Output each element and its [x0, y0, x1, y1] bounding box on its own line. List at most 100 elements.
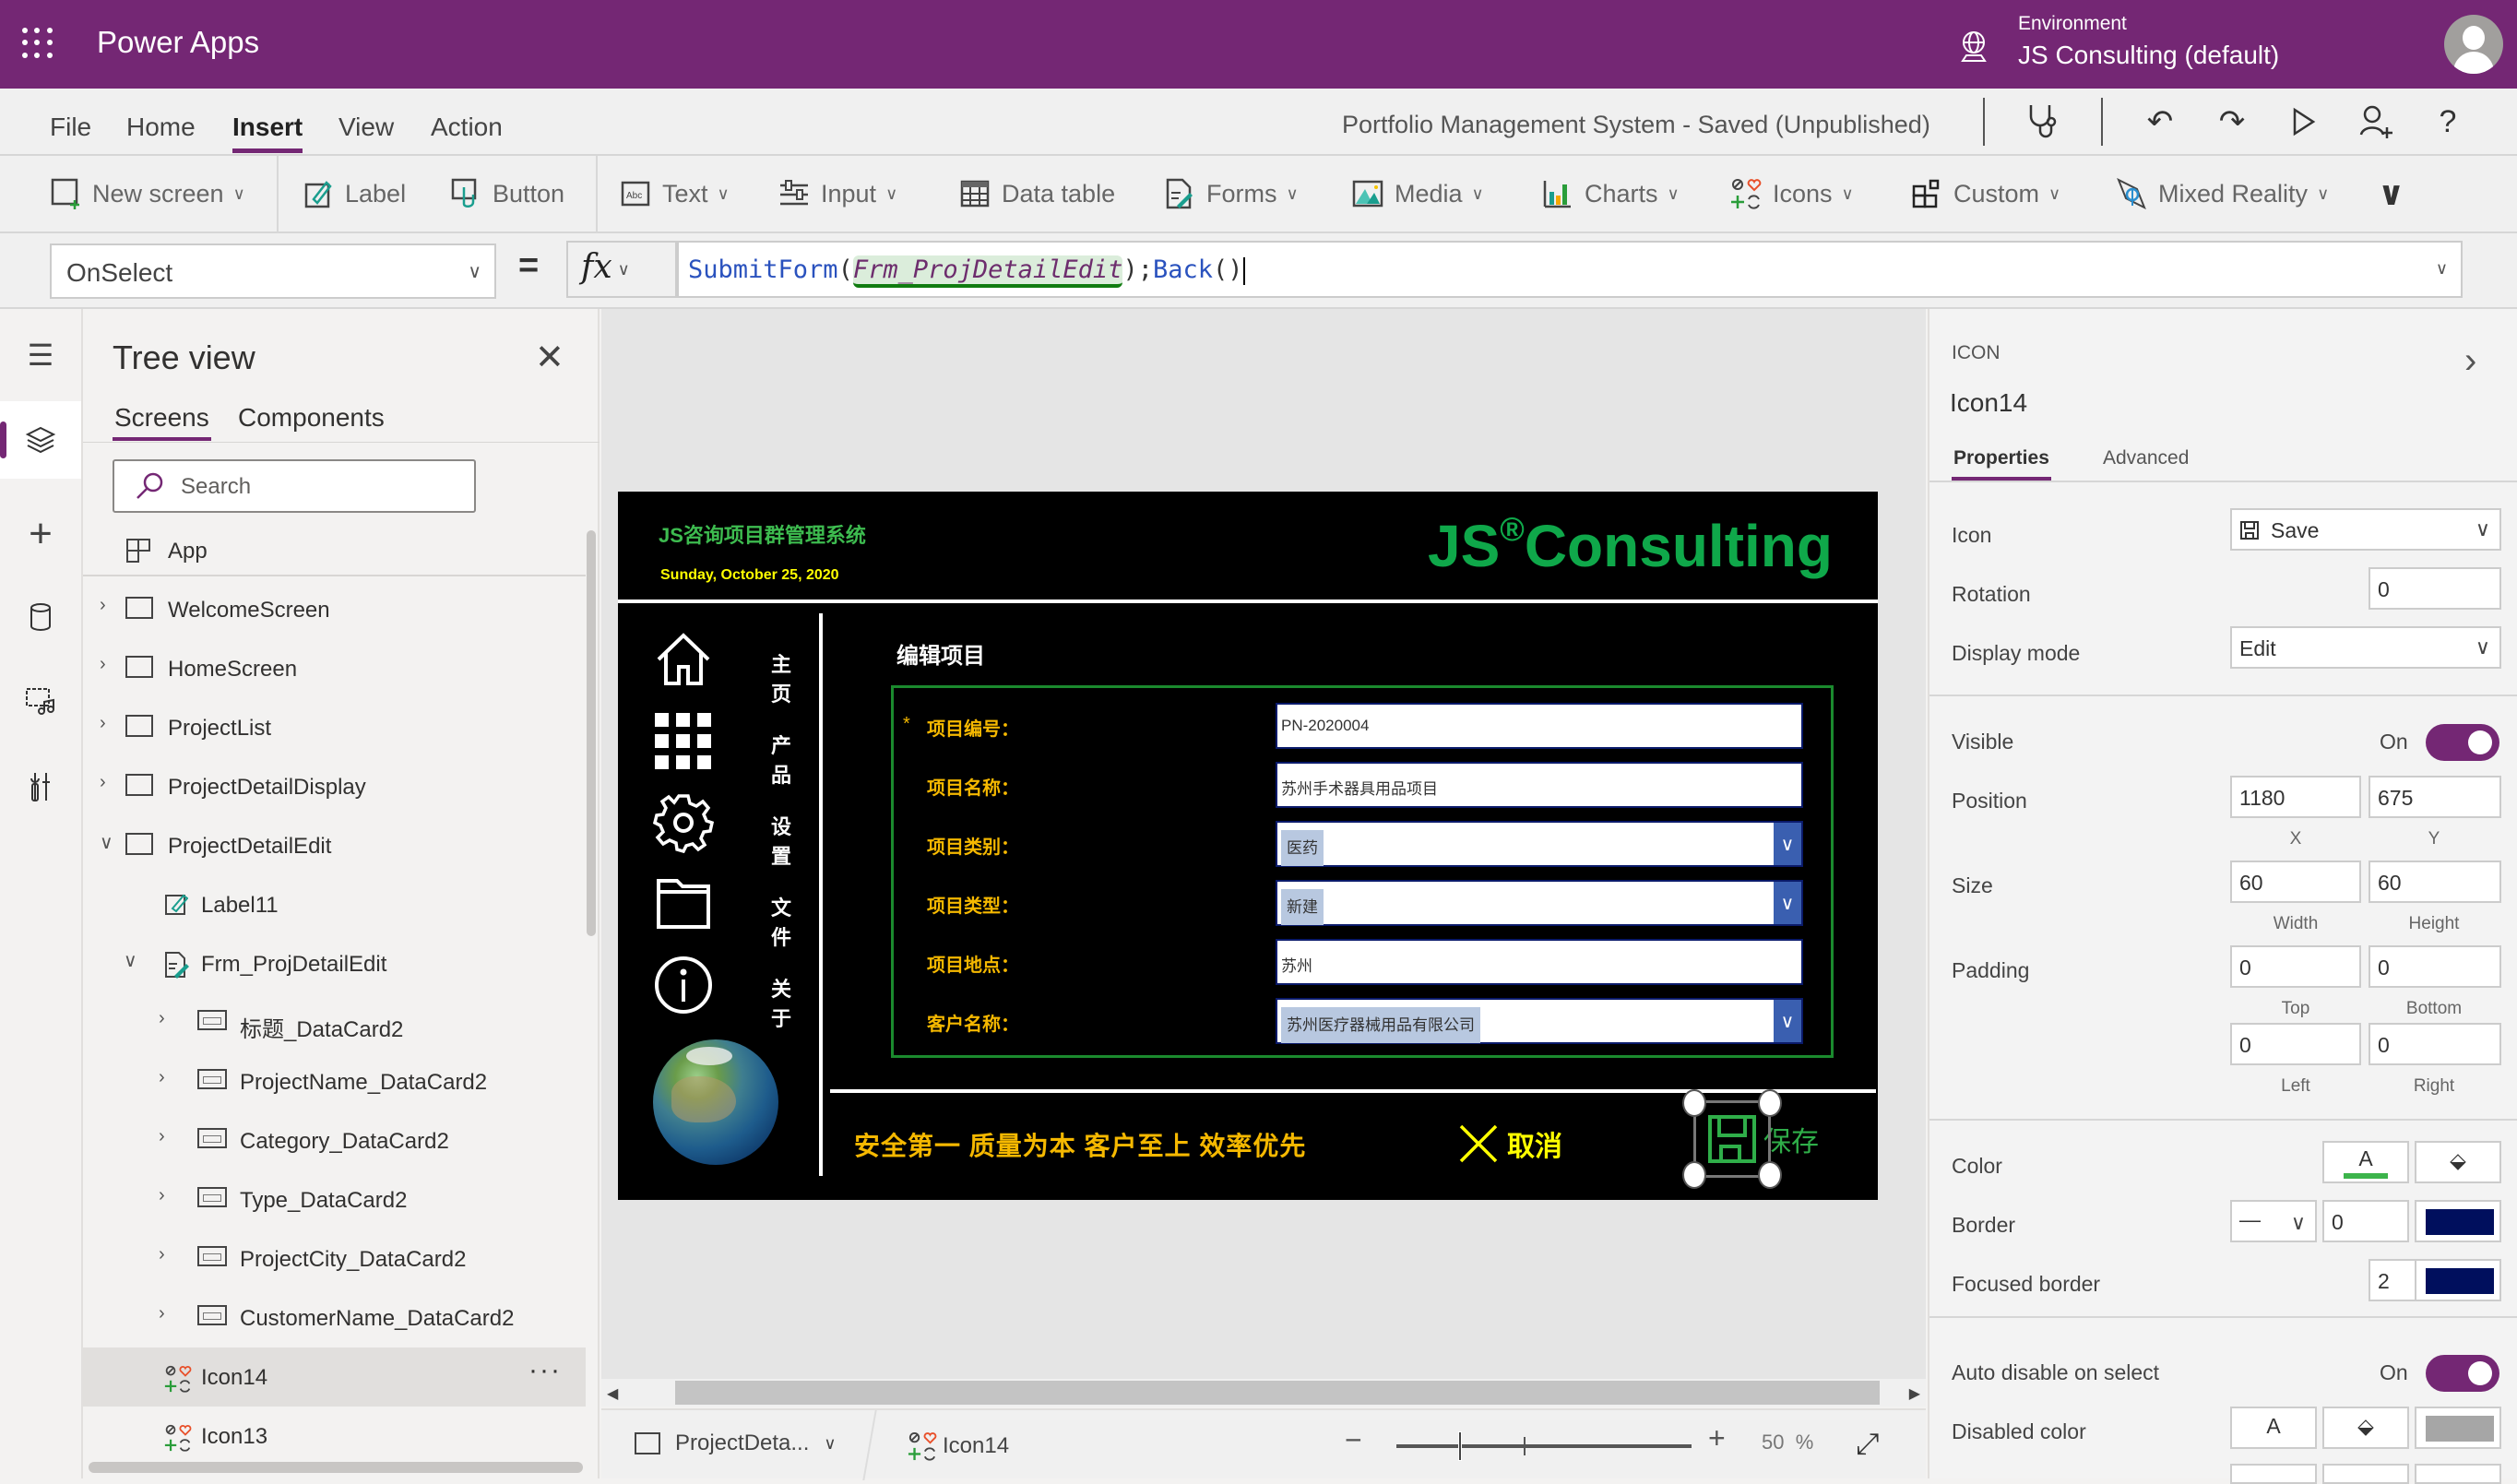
chevron-right-icon[interactable]: › — [100, 595, 106, 616]
chevron-right-icon[interactable]: › — [100, 654, 106, 675]
menu-view[interactable]: View — [338, 113, 394, 142]
chevron-down-icon[interactable]: ∨ — [124, 949, 137, 972]
rotation-input[interactable]: 0 — [2369, 567, 2501, 610]
chevron-right-icon[interactable]: › — [159, 1244, 165, 1265]
nav-home[interactable]: 主页 — [653, 630, 810, 706]
position-x-input[interactable]: 1180 — [2230, 776, 2361, 818]
tree-view-layers-icon[interactable] — [0, 401, 81, 479]
tree-item[interactable]: › CustomerName_DataCard2 — [83, 1288, 586, 1347]
media-button[interactable]: Media ∨ — [1352, 172, 1484, 215]
app-launcher-icon[interactable] — [22, 28, 53, 59]
hover-color-picker[interactable] — [2230, 1464, 2317, 1484]
resize-handle[interactable] — [1758, 1089, 1782, 1117]
new-screen-button[interactable]: New screen ∨ — [50, 172, 245, 215]
data-cylinder-icon[interactable] — [0, 578, 81, 656]
form-text-input[interactable]: PN-2020004 — [1276, 703, 1803, 749]
chevron-down-icon[interactable]: ∨ — [1774, 882, 1801, 924]
chevron-right-icon[interactable]: › — [100, 713, 106, 734]
chevron-right-icon[interactable]: › — [159, 1303, 165, 1324]
data-table-button[interactable]: Data table — [959, 172, 1115, 215]
input-button[interactable]: Input ∨ — [778, 172, 897, 215]
preview-play-icon[interactable] — [2284, 101, 2324, 142]
disabled-fill-picker[interactable]: ⬙ — [2322, 1407, 2409, 1449]
tree-item[interactable]: › ProjectName_DataCard2 — [83, 1052, 586, 1111]
environment-selector[interactable]: JS Consulting (default) — [2018, 41, 2279, 70]
resize-handle[interactable] — [1682, 1161, 1706, 1189]
form-text-input[interactable]: 苏州手术器具用品项目 — [1276, 762, 1803, 808]
app-checker-stethoscope-icon[interactable] — [2022, 101, 2062, 142]
fit-to-window-icon[interactable]: ⤢ — [1856, 1427, 1880, 1462]
media-library-icon[interactable] — [0, 663, 81, 741]
custom-button[interactable]: Custom ∨ — [1911, 172, 2060, 215]
tree-item[interactable]: ∨ ProjectDetailEdit — [83, 816, 586, 875]
focused-border-color-picker[interactable] — [2415, 1259, 2501, 1301]
icon-prop-dropdown[interactable]: Save ∨ — [2230, 508, 2501, 551]
button-button[interactable]: Button — [450, 172, 564, 215]
zoom-in-button[interactable]: + — [1708, 1421, 1726, 1455]
tree-search-input[interactable]: Search — [113, 459, 476, 513]
screen-breadcrumb[interactable]: ProjectDeta... ∨ — [635, 1431, 837, 1456]
fill-color-picker[interactable]: ⬙ — [2415, 1141, 2501, 1183]
tree-item[interactable]: › Type_DataCard2 — [83, 1170, 586, 1229]
tree-item[interactable]: Label11 — [83, 875, 586, 934]
tree-item[interactable]: Icon14 ··· — [83, 1347, 586, 1407]
form-dropdown[interactable]: 医药 ∨ — [1276, 821, 1803, 867]
label-button[interactable]: Label — [303, 172, 406, 215]
user-avatar[interactable] — [2444, 15, 2503, 74]
menu-file[interactable]: File — [50, 113, 91, 142]
environment-globe-icon[interactable] — [1955, 28, 1992, 65]
mixed-reality-button[interactable]: Mixed Reality ∨ — [2116, 172, 2329, 215]
menu-home[interactable]: Home — [126, 113, 196, 142]
zoom-slider[interactable] — [1396, 1431, 1692, 1461]
padding-left-input[interactable]: 0 — [2230, 1023, 2361, 1065]
tree-item[interactable]: › 标题_DataCard2 — [83, 993, 586, 1052]
insert-plus-icon[interactable]: + — [0, 495, 81, 573]
expand-formula-chevron-icon[interactable]: ∨ — [2436, 259, 2448, 279]
tree-item[interactable]: › Category_DataCard2 — [83, 1111, 586, 1170]
advanced-tools-icon[interactable] — [0, 748, 81, 825]
font-color-picker[interactable]: A — [2322, 1141, 2409, 1183]
border-color-picker[interactable] — [2415, 1200, 2501, 1242]
tree-item[interactable]: Icon13 — [83, 1407, 586, 1466]
menu-action[interactable]: Action — [431, 113, 503, 142]
width-input[interactable]: 60 — [2230, 861, 2361, 903]
tree-item[interactable]: ∨ Frm_ProjDetailEdit — [83, 934, 586, 993]
function-picker[interactable]: fx ∨ — [566, 241, 677, 298]
chevron-down-icon[interactable]: ∨ — [100, 831, 113, 854]
tree-item[interactable]: › ProjectList — [83, 698, 586, 757]
property-selector[interactable]: OnSelect ∨ — [50, 243, 496, 299]
chevron-right-icon[interactable]: › — [100, 772, 106, 793]
nav-files[interactable]: 文件 — [653, 873, 810, 949]
position-y-input[interactable]: 675 — [2369, 776, 2501, 818]
charts-button[interactable]: Charts ∨ — [1542, 172, 1680, 215]
hamburger-menu-icon[interactable]: ☰ — [0, 316, 81, 394]
tab-screens[interactable]: Screens — [113, 403, 211, 441]
tree-item[interactable]: › WelcomeScreen — [83, 580, 586, 639]
tree-item[interactable]: › HomeScreen — [83, 639, 586, 698]
hover-border-picker[interactable] — [2415, 1464, 2501, 1484]
undo-icon[interactable]: ↶ — [2140, 101, 2180, 142]
chevron-down-icon[interactable]: ∨ — [1774, 823, 1801, 865]
scrollbar-thumb[interactable] — [675, 1381, 1880, 1405]
close-icon[interactable]: ✕ — [535, 337, 564, 378]
nav-products[interactable]: 产品 — [653, 711, 810, 787]
form-text-input[interactable]: 苏州 — [1276, 939, 1803, 985]
tab-advanced[interactable]: Advanced — [2103, 447, 2189, 469]
nav-about[interactable]: 关于 — [653, 955, 810, 1030]
help-icon[interactable]: ? — [2428, 101, 2468, 142]
resize-handle[interactable] — [1758, 1161, 1782, 1189]
disabled-border-color-picker[interactable] — [2415, 1407, 2501, 1449]
tab-properties[interactable]: Properties — [1952, 447, 2051, 482]
height-input[interactable]: 60 — [2369, 861, 2501, 903]
formula-input[interactable]: SubmitForm(Frm_ProjDetailEdit);Back() ∨ — [677, 241, 2463, 298]
scroll-left-arrow-icon[interactable]: ◀ — [607, 1384, 618, 1403]
disabled-font-color-picker[interactable]: A — [2230, 1407, 2317, 1449]
hover-fill-picker[interactable] — [2322, 1464, 2409, 1484]
save-button[interactable]: 保存 — [1682, 1089, 1819, 1189]
control-breadcrumb[interactable]: Icon14 — [908, 1431, 1009, 1462]
ribbon-expand-chevron-icon[interactable]: ∨ — [2378, 172, 2404, 215]
menu-insert[interactable]: Insert — [232, 113, 303, 153]
chevron-right-icon[interactable]: › — [159, 1008, 165, 1029]
tree-item[interactable]: › ProjectDetailDisplay — [83, 757, 586, 816]
forms-button[interactable]: Forms ∨ — [1164, 172, 1299, 215]
